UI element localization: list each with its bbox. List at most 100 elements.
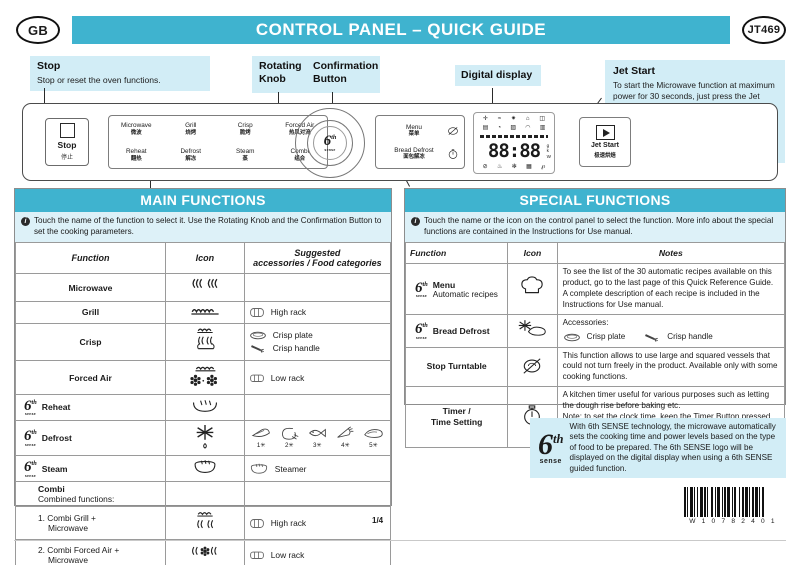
- accessory-label: Crisp handle: [667, 331, 713, 341]
- function-key-crisp-label-cn: 脆烤: [239, 129, 251, 136]
- stop-square-icon: [59, 123, 75, 138]
- low-rack-icon: [249, 551, 264, 560]
- main-functions-note: i Touch the name of the function to sele…: [15, 212, 391, 243]
- function-key-reheat-label-cn: 翻热: [130, 155, 142, 162]
- menu-key-menu-label-cn: 菜单: [408, 131, 420, 138]
- combi-forced-air-icon: [165, 539, 245, 565]
- menu-key-group: Menu 菜单 Bread Defrost 面包解冻: [375, 115, 465, 169]
- row-name-combi-forced-air: 2. Combi Forced Air +: [38, 544, 120, 555]
- function-key-microwave[interactable]: Microwave 微波: [121, 122, 152, 136]
- display-indicator-clock-icon: ◔: [497, 125, 502, 131]
- display-indicator-lock-icon: ⌂: [525, 116, 530, 122]
- barcode: W 1 0 7 8 2 4 0 1: [684, 487, 782, 525]
- function-key-defrost[interactable]: Defrost 解冻: [180, 148, 201, 162]
- table-row: 6thsense Menu Automatic recipes To see: [404, 263, 786, 315]
- accessory-item: Crisp handle: [643, 331, 713, 344]
- display-digits: 88:88: [487, 140, 541, 162]
- function-key-grill[interactable]: Grill 烧烤: [185, 122, 196, 136]
- table-row: Combi Combined functions:: [15, 480, 392, 507]
- barcode-text: W 1 0 7 8 2 4 0 1: [689, 518, 777, 525]
- accessory-item: 2✳: [279, 426, 300, 449]
- jet-start-label-cn: 极速烘焙: [594, 153, 616, 159]
- high-rack-icon: [249, 518, 264, 528]
- accessory-item: Crisp handle: [249, 342, 386, 355]
- display-indicator-waves-icon: ≈: [497, 116, 502, 122]
- display-indicator-row-two: ▤ ◔ ▨ ◠ ▥: [478, 125, 550, 131]
- row-accessories-reheat: [243, 393, 392, 421]
- stop-turntable-icon: [507, 346, 558, 388]
- page-number: 1/4: [372, 516, 384, 525]
- menu-key-bread-defrost[interactable]: Bread Defrost 面包解冻: [381, 147, 459, 160]
- display-indicator-row-top: ✛ ≈ ✷ ⌂ ◫: [478, 116, 550, 122]
- high-rack-icon: [249, 307, 264, 317]
- accessory-label: High rack: [270, 518, 307, 529]
- row-name-grill: Grill: [15, 300, 166, 324]
- row-name-menu-cell: 6th sense Menu Automatic recipes: [404, 263, 509, 315]
- vegetables-icon: [337, 426, 354, 439]
- display-indicator-tray-icon: ▤: [482, 125, 489, 131]
- accessory-item: Crisp plate: [249, 329, 386, 342]
- callout-display-title: Digital display: [461, 69, 533, 81]
- rotating-knob[interactable]: 6th sense: [295, 108, 365, 178]
- function-key-crisp[interactable]: Crisp 脆烤: [238, 122, 253, 136]
- accessory-label: Crisp plate: [272, 330, 313, 341]
- accessory-label: Crisp plate: [586, 331, 626, 341]
- function-key-steam[interactable]: Steam 蒸: [236, 148, 254, 162]
- accessory-item: High rack: [249, 305, 386, 320]
- play-triangle-icon: [595, 125, 615, 140]
- function-key-reheat[interactable]: Reheat 翻热: [126, 148, 147, 162]
- table-row: 2. Combi Forced Air + Microwave Low rack: [15, 539, 392, 565]
- table-row: 6th sense Reheat: [15, 393, 392, 421]
- display-unit-w: W: [546, 153, 551, 159]
- accessory-item: Crisp plate: [563, 331, 626, 344]
- row-name-combi-forced-air-cell: 2. Combi Forced Air + Microwave: [15, 539, 166, 565]
- display-indicator-defrost-icon: ✻: [511, 164, 517, 170]
- main-functions-section: MAIN FUNCTIONS i Touch the name of the f…: [14, 188, 392, 565]
- crisp-handle-icon: [645, 333, 659, 342]
- display-indicator-fan-icon: ✷: [510, 116, 516, 122]
- column-header-function: Function: [404, 242, 509, 265]
- function-key-steam-label-cn: 蒸: [242, 155, 248, 162]
- row-name-combi-cell: Combi Combined functions:: [15, 480, 166, 507]
- table-row: Forced Air Low rack: [15, 360, 392, 395]
- display-indicator-jet-icon: ℘: [541, 164, 546, 170]
- callout-confirm-line1: Confirmation: [313, 60, 379, 72]
- row-name-timer-line2: Time Setting: [430, 417, 483, 428]
- confirmation-button[interactable]: 6th sense: [313, 126, 347, 160]
- row-accessories-microwave: [243, 273, 392, 302]
- sixsense-logo-icon: 6th sense: [415, 321, 428, 340]
- row-accessories-combi: [243, 480, 392, 507]
- display-indicator-misc-icon: ◫: [539, 116, 546, 122]
- jet-start-button[interactable]: Jet Start 极速烘焙: [579, 117, 631, 167]
- timer-icon: [448, 148, 458, 159]
- row-name-forced-air: Forced Air: [15, 360, 166, 395]
- stop-button[interactable]: Stop 停止: [45, 118, 89, 166]
- sixsense-logo-icon: 6th sense: [24, 428, 37, 447]
- row-name-crisp: Crisp: [15, 322, 166, 362]
- accessory-label: Low rack: [270, 549, 305, 560]
- forced-air-icon: [165, 360, 245, 395]
- function-key-microwave-label: Microwave: [120, 122, 152, 130]
- digital-display: ✛ ≈ ✷ ⌂ ◫ ▤ ◔ ▨ ◠ ▥ 88:88 ⊘ ♨ ✻ ▦ ℘ g k …: [473, 112, 555, 174]
- sixsense-logo-icon: 6th sense: [24, 458, 37, 478]
- row-accessories-defrost: 1✳ 2✳ 3✳ 4✳ 5✳: [243, 419, 392, 457]
- row-accessories-grill: High rack: [243, 300, 392, 324]
- accessory-item: 1✳: [251, 426, 272, 449]
- column-header-suggested: Suggested accessories / Food categories: [243, 242, 392, 275]
- accessory-label: Steamer: [274, 463, 307, 474]
- steamer-icon: [250, 463, 267, 474]
- display-indicator-steam-icon: ♨: [497, 164, 503, 170]
- steam-icon: [165, 455, 245, 482]
- callout-rotating-knob: Rotating Knob: [252, 56, 308, 93]
- row-icon-combi: [165, 480, 245, 507]
- crisp-plate-icon: [563, 333, 580, 341]
- row-name-combi-grill-cell: 1. Combi Grill + Microwave: [15, 505, 166, 541]
- menu-key-menu[interactable]: Menu 菜单: [381, 124, 459, 137]
- callout-digital-display: Digital display: [455, 65, 541, 87]
- grill-element-icon: [165, 300, 245, 324]
- sixsense-promo-box: 6th sense With 6th SENSE technology, the …: [530, 418, 786, 478]
- row-name-timer: Timer /: [442, 406, 471, 417]
- display-indicator-menu-icon: ▦: [526, 164, 532, 170]
- control-panel-diagram: Stop 停止 Microwave 微波 Grill 烧烤 Crisp 脆烤 F…: [22, 103, 778, 181]
- sixsense-promo-text: With 6th SENSE technology, the microwave…: [569, 421, 776, 473]
